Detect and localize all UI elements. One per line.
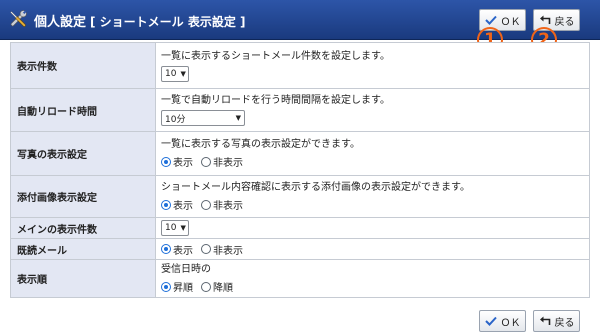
display-count-description: 一覧に表示するショートメール件数を設定します。 (161, 50, 390, 62)
read-mail-radio-show[interactable]: 表示 (161, 242, 193, 257)
display-order-field: 受信日時の 昇順 降順 (155, 259, 590, 298)
read-mail-label: 既読メール (10, 238, 156, 260)
back-button-label: 戻る (554, 16, 575, 28)
main-display-count-field: 10 ▼ (155, 217, 590, 239)
attachment-display-description: ショートメール内容確認に表示する添付画像の表示設定ができます。 (161, 181, 470, 193)
read-mail-radio-hide[interactable]: 非表示 (201, 242, 243, 257)
photo-display-show-label: 表示 (173, 158, 193, 169)
radio-unselected-icon (201, 244, 211, 254)
radio-selected-icon (161, 156, 171, 167)
ok-button-bottom[interactable]: ＯＫ (479, 310, 526, 332)
display-count-label: 表示件数 (10, 42, 156, 89)
attachment-display-radio-group: 表示 非表示 (161, 197, 584, 213)
tools-icon (6, 7, 30, 31)
photo-display-label: 写真の表示設定 (10, 131, 156, 176)
attachment-display-hide-label: 非表示 (213, 201, 243, 212)
display-order-radio-asc[interactable]: 昇順 (161, 279, 193, 294)
read-mail-show-label: 表示 (173, 245, 193, 257)
radio-unselected-icon (201, 156, 211, 167)
settings-row-display-count: 表示件数 一覧に表示するショートメール件数を設定します。 10 ▼ (10, 42, 590, 89)
radio-unselected-icon (201, 199, 211, 210)
photo-display-field: 一覧に表示する写真の表示設定ができます。 表示 非表示 (155, 131, 590, 176)
display-order-description: 受信日時の (161, 263, 211, 275)
settings-row-auto-reload: 自動リロード時間 一覧で自動リロードを行う時間間隔を設定します。 10分 ▼ (10, 88, 590, 132)
radio-unselected-icon (201, 281, 211, 292)
display-order-desc-label: 降順 (213, 283, 233, 294)
display-count-field: 一覧に表示するショートメール件数を設定します。 10 ▼ (155, 42, 590, 89)
settings-row-display-order: 表示順 受信日時の 昇順 降順 (10, 259, 590, 298)
auto-reload-field: 一覧で自動リロードを行う時間間隔を設定します。 10分 ▼ (155, 88, 590, 132)
settings-row-main-display-count: メインの表示件数 10 ▼ (10, 217, 590, 239)
attachment-display-radio-show[interactable]: 表示 (161, 197, 193, 212)
auto-reload-label: 自動リロード時間 (10, 88, 156, 132)
display-order-radio-group: 昇順 降順 (161, 279, 584, 295)
display-count-select[interactable]: 10 ▼ (161, 65, 189, 82)
check-icon (484, 15, 497, 25)
attachment-display-label: 添付画像表示設定 (10, 175, 156, 218)
photo-display-radio-group: 表示 非表示 (161, 154, 584, 170)
chevron-down-icon: ▼ (180, 69, 186, 78)
attachment-display-field: ショートメール内容確認に表示する添付画像の表示設定ができます。 表示 非表示 (155, 175, 590, 218)
back-button-label: 戻る (554, 317, 575, 329)
page-title-main: 個人設定 (34, 15, 87, 30)
photo-display-radio-hide[interactable]: 非表示 (201, 154, 243, 169)
page-title-sub: [ ショートメール 表示設定 ] (90, 15, 246, 29)
read-mail-hide-label: 非表示 (213, 245, 243, 257)
photo-display-radio-show[interactable]: 表示 (161, 154, 193, 169)
main-display-count-label: メインの表示件数 (10, 217, 156, 239)
display-count-value: 10 (165, 68, 177, 79)
back-button-bottom[interactable]: 戻る (533, 310, 580, 332)
settings-row-photo-display: 写真の表示設定 一覧に表示する写真の表示設定ができます。 表示 非表示 (10, 131, 590, 176)
display-order-radio-desc[interactable]: 降順 (201, 279, 233, 294)
ok-button-label: ＯＫ (500, 16, 521, 28)
display-order-asc-label: 昇順 (173, 283, 193, 294)
chevron-down-icon: ▼ (235, 114, 241, 122)
chevron-down-icon: ▼ (180, 224, 186, 232)
read-mail-radio-group: 表示 非表示 (161, 241, 584, 257)
back-arrow-icon (539, 316, 550, 325)
back-arrow-icon (539, 15, 550, 24)
auto-reload-select[interactable]: 10分 ▼ (161, 110, 245, 126)
main-display-count-value: 10 (165, 223, 177, 233)
ok-button-label: ＯＫ (500, 317, 521, 329)
photo-display-description: 一覧に表示する写真の表示設定ができます。 (161, 138, 360, 150)
read-mail-field: 表示 非表示 (155, 238, 590, 260)
attachment-display-radio-hide[interactable]: 非表示 (201, 197, 243, 212)
page-title: 個人設定[ ショートメール 表示設定 ] (34, 11, 246, 30)
settings-row-read-mail: 既読メール 表示 非表示 (10, 238, 590, 260)
settings-table: 表示件数 一覧に表示するショートメール件数を設定します。 10 ▼ 自動リロード… (10, 42, 590, 298)
settings-row-attachment-display: 添付画像表示設定 ショートメール内容確認に表示する添付画像の表示設定ができます。… (10, 175, 590, 218)
attachment-display-show-label: 表示 (173, 201, 193, 212)
check-icon (484, 316, 497, 326)
photo-display-hide-label: 非表示 (213, 158, 243, 169)
radio-selected-icon (161, 244, 171, 254)
main-display-count-select[interactable]: 10 ▼ (161, 220, 189, 236)
auto-reload-description: 一覧で自動リロードを行う時間間隔を設定します。 (161, 95, 390, 106)
auto-reload-value: 10分 (165, 114, 186, 125)
display-order-label: 表示順 (10, 259, 156, 298)
radio-selected-icon (161, 281, 171, 292)
radio-selected-icon (161, 199, 171, 210)
